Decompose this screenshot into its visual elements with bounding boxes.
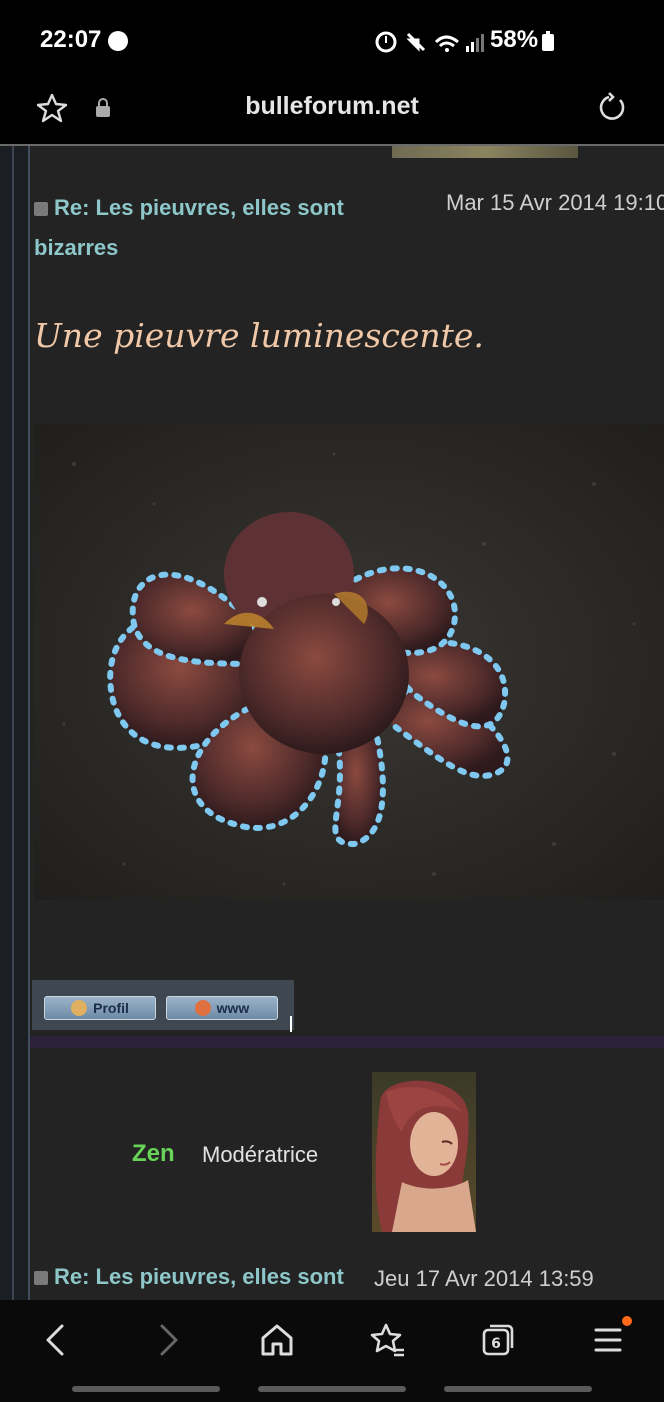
rail-line (28, 146, 30, 1300)
post-title[interactable]: Re: Les pieuvres, elles sont bizarres (34, 188, 394, 268)
battery-icon (542, 31, 554, 51)
post-date: Mar 15 Avr 2014 19:10 (446, 190, 664, 215)
post-icon (34, 1271, 48, 1286)
home-icon[interactable] (257, 1320, 297, 1360)
left-rail (0, 146, 30, 1300)
house-icon (194, 1000, 211, 1016)
gesture-bar (72, 1386, 220, 1392)
cursor-mark (290, 1016, 292, 1032)
www-label: www (216, 1000, 250, 1016)
octopus-photo[interactable] (34, 424, 664, 900)
reload-icon[interactable] (596, 92, 628, 124)
gesture-bar (258, 1386, 406, 1392)
browser-url-bar: bulleforum.net (0, 82, 664, 144)
gesture-bar (444, 1386, 592, 1392)
post-buttons: Profil www (32, 980, 294, 1030)
author-avatar[interactable] (372, 1072, 476, 1232)
rail-line (12, 146, 14, 1300)
user-icon (71, 1000, 88, 1016)
author-rank: Modératrice (202, 1142, 319, 1167)
previous-post-image (392, 146, 578, 158)
status-bar: 22:07 58% (0, 0, 664, 82)
profil-label: Profil (93, 1000, 129, 1016)
post-heading: Une pieuvre luminescente. (34, 316, 484, 355)
www-button[interactable]: www (166, 996, 278, 1020)
next-post-title-text[interactable]: Re: Les pieuvres, elles sont (54, 1264, 344, 1289)
profil-button[interactable]: Profil (44, 996, 156, 1020)
forum-page: Re: Les pieuvres, elles sont bizarres Ma… (0, 144, 664, 1300)
status-icons (375, 31, 484, 53)
post-icon (34, 202, 48, 217)
author-name[interactable]: Zen (132, 1140, 175, 1168)
status-time: 22:07 (40, 26, 102, 53)
next-post-date: Jeu 17 Avr 2014 13:59 (374, 1266, 594, 1291)
browser-bottom-nav: 6 (0, 1300, 664, 1402)
battery-percent: 58% (490, 26, 539, 53)
bookmarks-icon[interactable] (368, 1320, 408, 1360)
url-text[interactable]: bulleforum.net (0, 92, 664, 121)
tabs-count: 6 (491, 1336, 501, 1352)
forward-icon[interactable] (148, 1320, 188, 1360)
next-post-title[interactable]: Re: Les pieuvres, elles sont (34, 1264, 344, 1290)
menu-icon[interactable] (590, 1320, 630, 1360)
menu-notification-dot (622, 1316, 632, 1326)
back-icon[interactable] (36, 1320, 76, 1360)
notification-dot-icon (108, 31, 128, 51)
tabs-icon[interactable]: 6 (478, 1320, 518, 1360)
post-separator (30, 1036, 664, 1048)
post-title-text[interactable]: Re: Les pieuvres, elles sont bizarres (34, 195, 344, 260)
